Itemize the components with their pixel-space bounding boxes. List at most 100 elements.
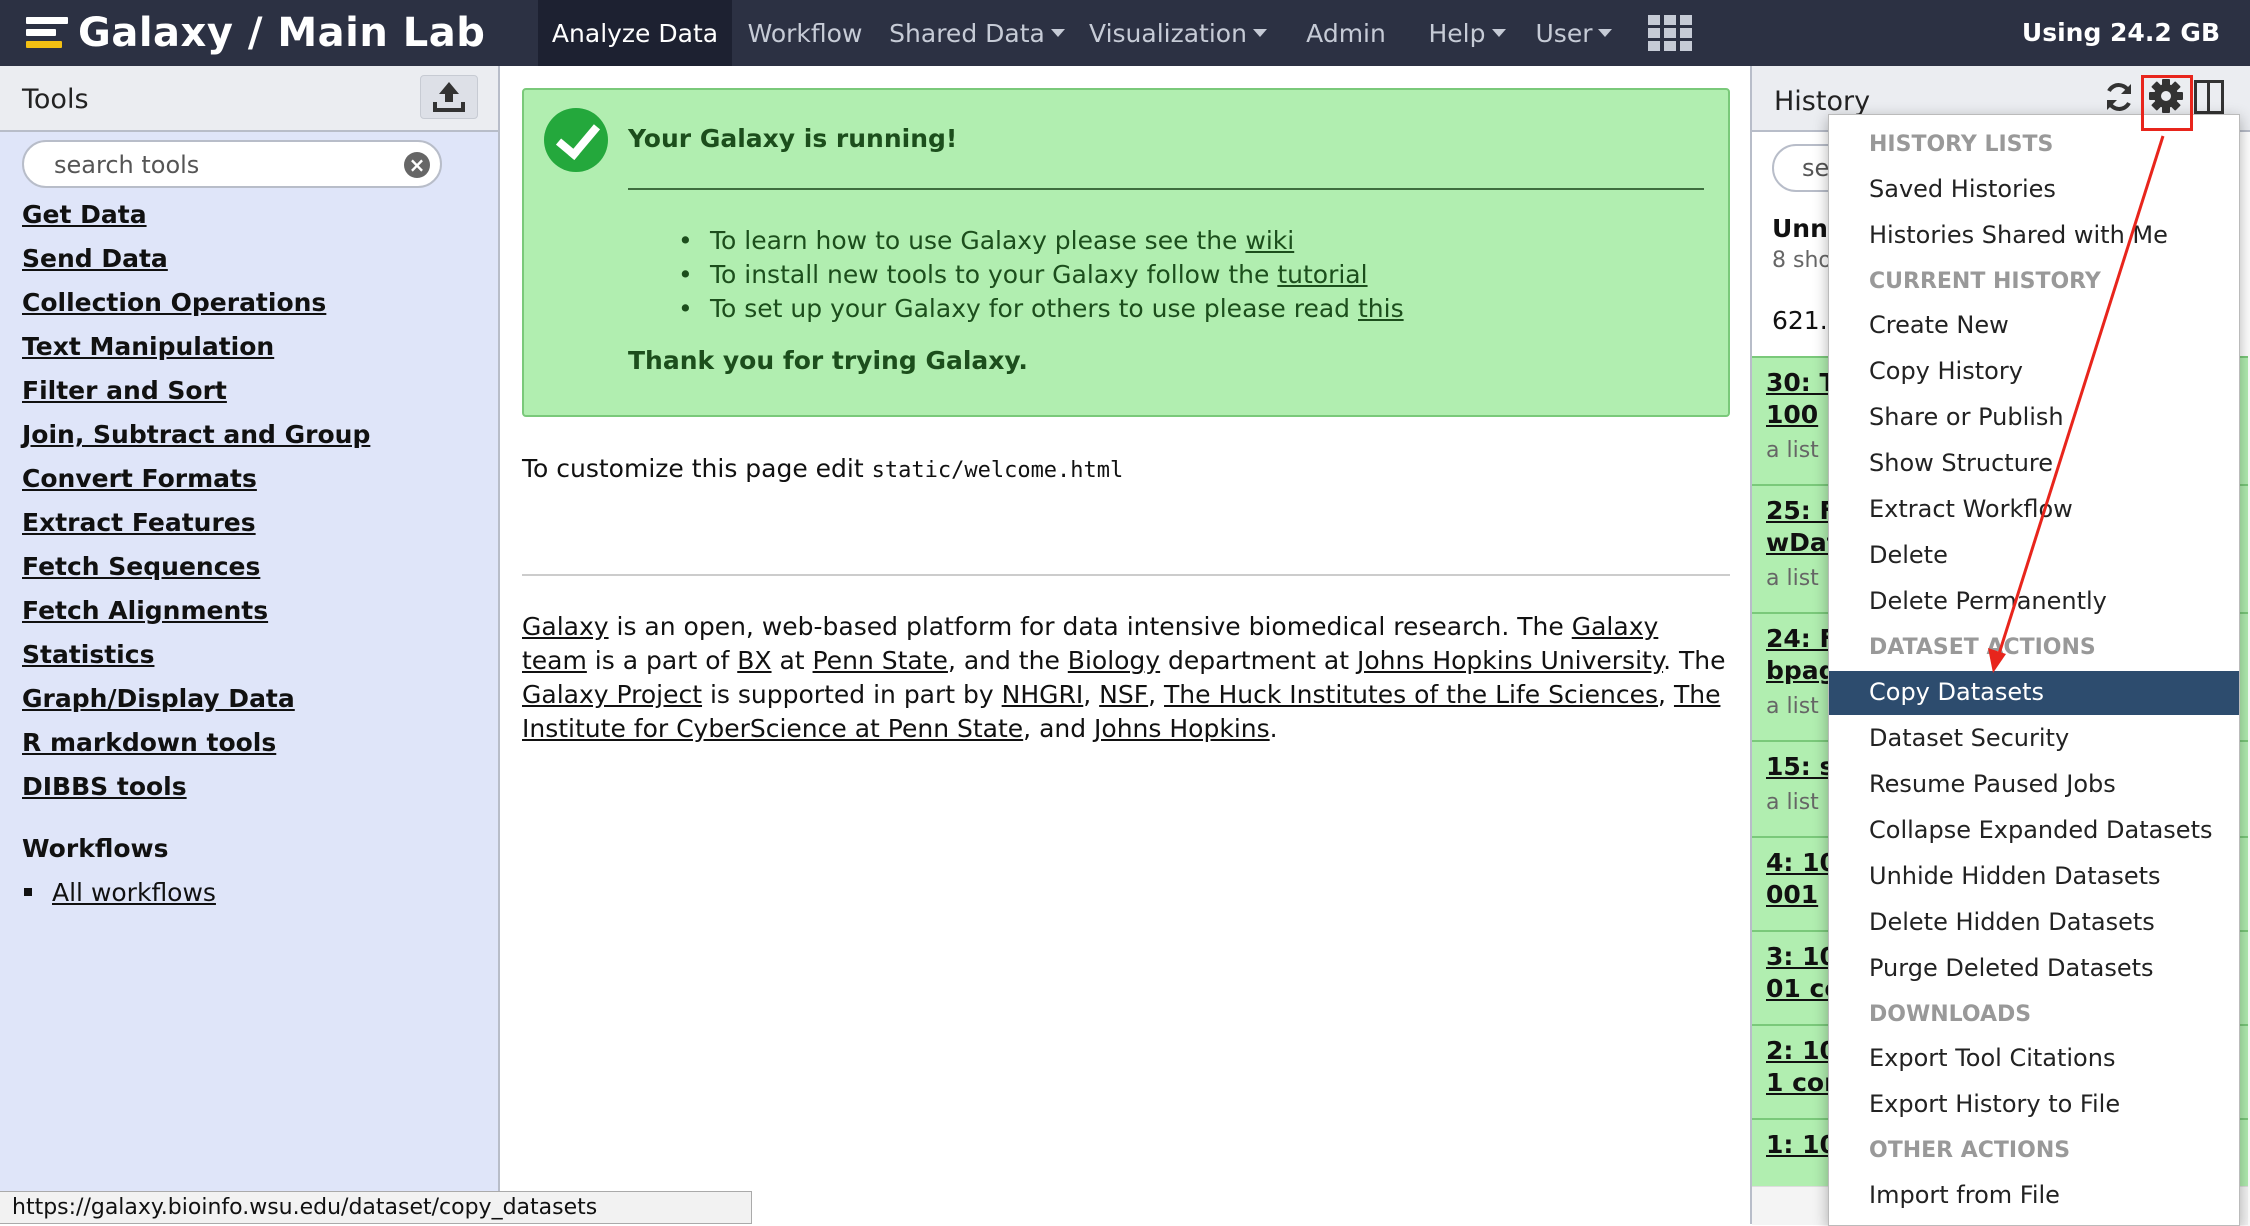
tool-section-item[interactable]: Filter and Sort <box>22 372 370 416</box>
tool-section-item[interactable]: Graph/Display Data <box>22 680 370 724</box>
menu-item-delete[interactable]: Delete <box>1829 534 2239 578</box>
menu-item-create-new[interactable]: Create New <box>1829 304 2239 348</box>
nav-admin[interactable]: Admin <box>1280 0 1412 66</box>
nsf-link[interactable]: NSF <box>1099 680 1148 709</box>
nav-workflow[interactable]: Workflow <box>732 0 878 66</box>
tool-section-link[interactable]: Collection Operations <box>22 288 326 317</box>
tool-section-link[interactable]: Fetch Sequences <box>22 552 260 581</box>
bullet-icon <box>24 887 32 896</box>
tool-section-link[interactable]: Fetch Alignments <box>22 596 268 625</box>
apps-grid-icon[interactable] <box>1648 15 1692 51</box>
tool-section-link[interactable]: Filter and Sort <box>22 376 227 405</box>
wiki-link[interactable]: wiki <box>1245 226 1294 255</box>
nav-shared-data[interactable]: Shared Data <box>878 0 1076 66</box>
dataset-title-line2[interactable]: 1 cor <box>1766 1068 1836 1097</box>
brand-link[interactable]: Galaxy / Main Lab <box>26 6 485 60</box>
tool-section-item[interactable]: Get Data <box>22 196 370 240</box>
tool-section-item[interactable]: Convert Formats <box>22 460 370 504</box>
tool-section-item[interactable]: Collection Operations <box>22 284 370 328</box>
dataset-title[interactable]: 3: 10 <box>1766 942 1837 971</box>
tool-section-link[interactable]: Get Data <box>22 200 147 229</box>
menu-item-copy-history[interactable]: Copy History <box>1829 350 2239 394</box>
menu-item-resume-paused-jobs[interactable]: Resume Paused Jobs <box>1829 763 2239 807</box>
menu-item-export-tool-citations[interactable]: Export Tool Citations <box>1829 1037 2239 1081</box>
menu-item-saved-histories[interactable]: Saved Histories <box>1829 168 2239 212</box>
tool-section-link[interactable]: Convert Formats <box>22 464 257 493</box>
dataset-title[interactable]: 30: T <box>1766 368 1837 397</box>
galaxy-link[interactable]: Galaxy <box>522 612 609 641</box>
tool-section-item[interactable]: Fetch Alignments <box>22 592 370 636</box>
nav-label: Analyze Data <box>551 18 719 48</box>
menu-item-extract-workflow[interactable]: Extract Workflow <box>1829 488 2239 532</box>
tool-section-item[interactable]: R markdown tools <box>22 724 370 768</box>
menu-item-histories-shared-with-me[interactable]: Histories Shared with Me <box>1829 214 2239 258</box>
clear-search-icon[interactable]: × <box>404 152 430 178</box>
dataset-title-line2[interactable]: bpag <box>1766 656 1837 685</box>
tool-section-item[interactable]: Join, Subtract and Group <box>22 416 370 460</box>
menu-label: Purge Deleted Datasets <box>1869 953 2154 982</box>
nav-analyze-data[interactable]: Analyze Data <box>538 0 732 66</box>
penn-state-link[interactable]: Penn State <box>813 646 948 675</box>
tool-section-item[interactable]: Extract Features <box>22 504 370 548</box>
alert-thanks: Thank you for trying Galaxy. <box>628 346 1028 375</box>
dataset-title-line2[interactable]: 001 <box>1766 880 1818 909</box>
menu-item-share-or-publish[interactable]: Share or Publish <box>1829 396 2239 440</box>
menu-item-purge-deleted-datasets[interactable]: Purge Deleted Datasets <box>1829 947 2239 991</box>
upload-button[interactable] <box>420 75 478 119</box>
tool-section-link[interactable]: Join, Subtract and Group <box>22 420 370 449</box>
dataset-title[interactable]: 15: s <box>1766 752 1834 781</box>
tool-section-link[interactable]: DIBBS tools <box>22 772 187 801</box>
huck-link[interactable]: The Huck Institutes of the Life Sciences <box>1164 680 1658 709</box>
tool-section-item[interactable]: Text Manipulation <box>22 328 370 372</box>
dataset-title[interactable]: 24: F <box>1766 624 1837 653</box>
dataset-title[interactable]: 1: 10 <box>1766 1130 1837 1159</box>
history-shown-count: 8 sho <box>1772 248 1832 273</box>
status-bar-url: https://galaxy.bioinfo.wsu.edu/dataset/c… <box>0 1191 752 1224</box>
tool-section-item[interactable]: Statistics <box>22 636 370 680</box>
nhgri-link[interactable]: NHGRI <box>1002 680 1084 709</box>
all-workflows-link[interactable]: All workflows <box>52 878 216 907</box>
tool-section-link[interactable]: Send Data <box>22 244 168 273</box>
tutorial-link[interactable]: tutorial <box>1277 260 1367 289</box>
menu-label: Copy Datasets <box>1869 677 2044 706</box>
menu-item-export-history-to-file[interactable]: Export History to File <box>1829 1083 2239 1127</box>
galaxy-project-link[interactable]: Galaxy Project <box>522 680 702 709</box>
menu-item-collapse-expanded-datasets[interactable]: Collapse Expanded Datasets <box>1829 809 2239 853</box>
menu-header-other-actions: OTHER ACTIONS <box>1829 1129 2239 1173</box>
bx-link[interactable]: BX <box>737 646 771 675</box>
dataset-title-line2[interactable]: 100 <box>1766 400 1818 429</box>
multi-history-icon[interactable] <box>2194 80 2224 114</box>
biology-link[interactable]: Biology <box>1068 646 1160 675</box>
tool-section-item[interactable]: DIBBS tools <box>22 768 370 812</box>
menu-item-copy-datasets[interactable]: Copy Datasets <box>1829 670 2239 715</box>
this-link[interactable]: this <box>1358 294 1404 323</box>
johns-hopkins-link[interactable]: Johns Hopkins <box>1094 714 1270 743</box>
menu-item-delete-hidden-datasets[interactable]: Delete Hidden Datasets <box>1829 901 2239 945</box>
tool-section-item[interactable]: Fetch Sequences <box>22 548 370 592</box>
alert-item-text: To install new tools to your Galaxy foll… <box>710 260 1278 289</box>
tool-section-link[interactable]: Statistics <box>22 640 154 669</box>
dataset-title[interactable]: 2: 10 <box>1766 1036 1837 1065</box>
nav-visualization[interactable]: Visualization <box>1076 0 1280 66</box>
tool-search-input[interactable] <box>52 150 396 180</box>
all-workflows-item: All workflows <box>22 878 216 907</box>
dataset-title[interactable]: 4: 10 <box>1766 848 1837 877</box>
refresh-icon[interactable] <box>2102 80 2136 114</box>
tool-section-item[interactable]: Send Data <box>22 240 370 284</box>
menu-item-delete-permanently[interactable]: Delete Permanently <box>1829 580 2239 624</box>
dataset-title[interactable]: 25: F <box>1766 496 1837 525</box>
tool-section-link[interactable]: Text Manipulation <box>22 332 274 361</box>
nav-user[interactable]: User <box>1522 0 1626 66</box>
menu-item-dataset-security[interactable]: Dataset Security <box>1829 717 2239 761</box>
tool-section-link[interactable]: R markdown tools <box>22 728 276 757</box>
tool-section-link[interactable]: Graph/Display Data <box>22 684 295 713</box>
menu-item-show-structure[interactable]: Show Structure <box>1829 442 2239 486</box>
tool-section-link[interactable]: Extract Features <box>22 508 256 537</box>
menu-item-import-from-file[interactable]: Import from File <box>1829 1174 2239 1218</box>
nav-help[interactable]: Help <box>1412 0 1522 66</box>
menu-label: Import from File <box>1869 1181 2060 1209</box>
alert-item-text: To learn how to use Galaxy please see th… <box>710 226 1246 255</box>
dataset-summary: a list <box>1766 694 1819 719</box>
menu-item-unhide-hidden-datasets[interactable]: Unhide Hidden Datasets <box>1829 855 2239 899</box>
jhu-link[interactable]: Johns Hopkins University <box>1357 646 1663 675</box>
